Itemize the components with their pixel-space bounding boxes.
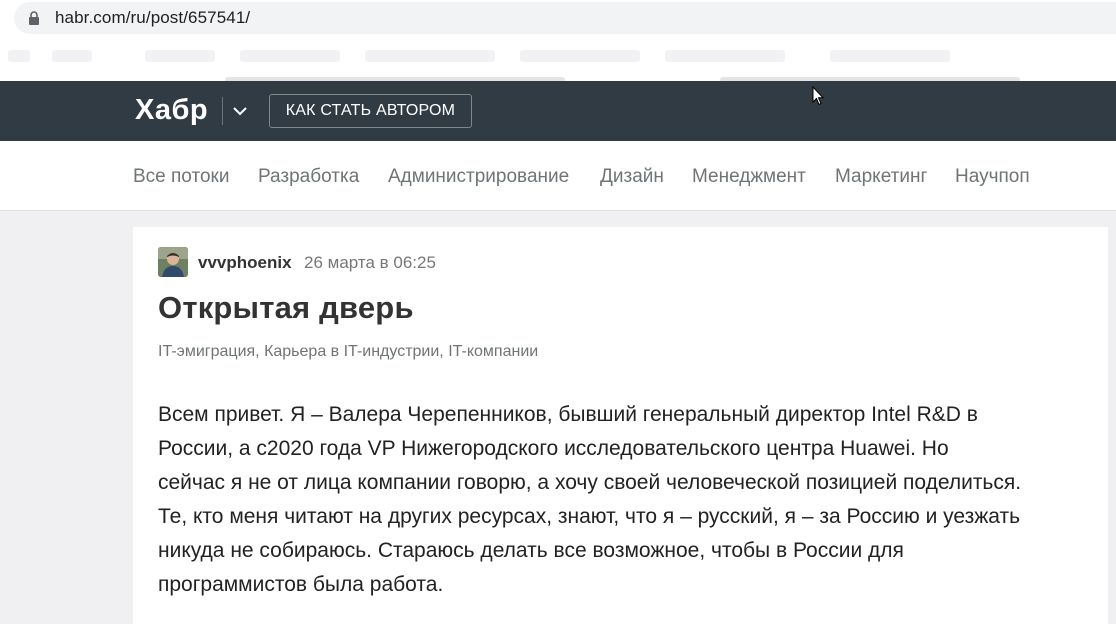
nav-item-design[interactable]: Дизайн: [600, 166, 664, 188]
lock-icon: [29, 11, 39, 25]
url-text[interactable]: habr.com/ru/post/657541/: [55, 8, 250, 28]
bookmark-item[interactable]: [365, 50, 495, 62]
author-name[interactable]: vvvphoenix: [198, 253, 292, 273]
body-line: никуда не собираюсь. Стараюсь делать все…: [158, 539, 904, 562]
body-line: программистов была работа.: [158, 573, 444, 596]
nav-item-marketing[interactable]: Маркетинг: [835, 166, 927, 188]
nav-item-development[interactable]: Разработка: [258, 166, 359, 188]
browser-toolbar: habr.com/ru/post/657541/: [0, 0, 1116, 36]
chevron-down-icon[interactable]: [232, 103, 248, 119]
mouse-cursor-icon: [812, 86, 824, 106]
body-line: России, а с2020 года VP Нижегородского и…: [158, 437, 949, 460]
hub-link[interactable]: IT-эмиграция: [158, 343, 255, 360]
hub-list: IT-эмиграция, Карьера в IT-индустрии, IT…: [158, 343, 539, 360]
become-author-button[interactable]: КАК СТАТЬ АВТОРОМ: [269, 94, 472, 128]
bookmark-item[interactable]: [830, 50, 950, 62]
hub-link[interactable]: Карьера в IT-индустрии: [264, 343, 439, 360]
publish-date: 26 марта в 06:25: [304, 253, 436, 272]
bookmark-item[interactable]: [145, 50, 215, 62]
bookmark-item[interactable]: [240, 50, 340, 62]
site-logo[interactable]: Хабр: [135, 94, 208, 127]
body-line: Всем привет. Я – Валера Черепенников, бы…: [158, 403, 978, 426]
nav-item-all-flows[interactable]: Все потоки: [133, 166, 229, 188]
bookmark-item[interactable]: [665, 50, 785, 62]
nav-item-administration[interactable]: Администрирование: [388, 166, 569, 188]
nav-item-management[interactable]: Менеджмент: [692, 166, 806, 188]
avatar[interactable]: [158, 247, 188, 277]
hub-link[interactable]: IT-компании: [448, 343, 538, 360]
article-body: Всем привет. Я – Валера Черепенников, бы…: [158, 398, 1093, 602]
body-line: Те, кто меня читают на других ресурсах, …: [158, 505, 1021, 528]
logo-divider: [222, 97, 223, 125]
nav-item-popsci[interactable]: Научпоп: [955, 166, 1030, 188]
bookmark-item[interactable]: [52, 50, 92, 62]
body-line: сейчас я не от лица компании говорю, а х…: [158, 471, 1022, 494]
article-title[interactable]: Открытая дверь: [158, 290, 414, 326]
avatar-image: [158, 247, 188, 277]
bookmark-item[interactable]: [520, 50, 640, 62]
bookmark-item[interactable]: [8, 50, 30, 62]
